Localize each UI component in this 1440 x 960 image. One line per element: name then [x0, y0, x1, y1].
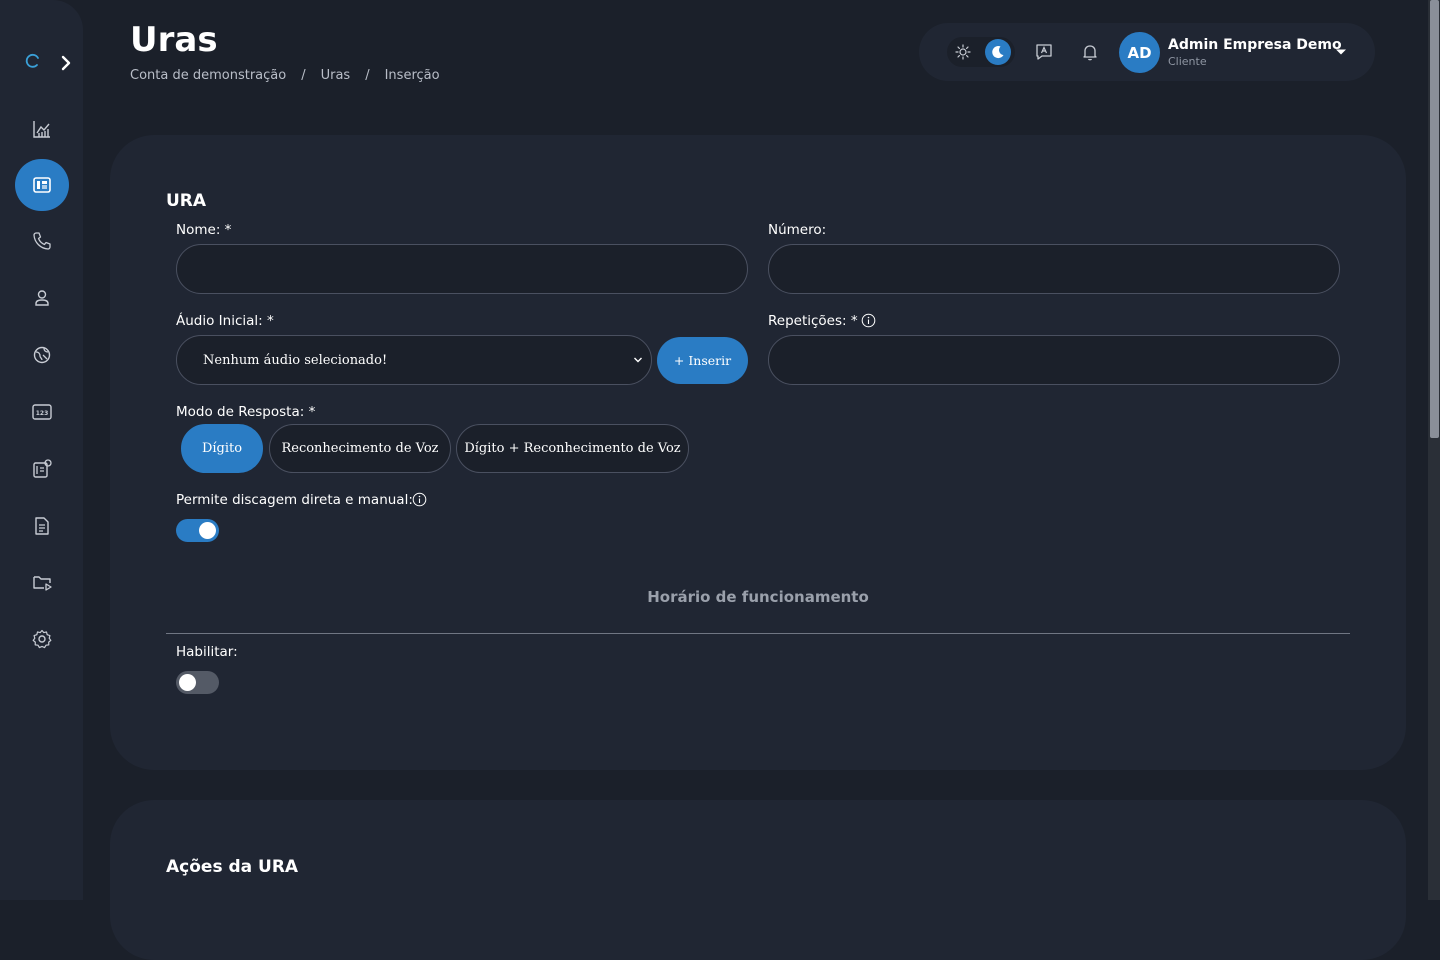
bell-icon[interactable] — [1080, 42, 1100, 62]
number-label: Número: — [768, 222, 827, 238]
breadcrumb-item-uras[interactable]: Uras — [321, 68, 351, 83]
document-icon — [35, 517, 49, 535]
name-input[interactable] — [176, 244, 748, 294]
enable-label: Habilitar: — [176, 644, 238, 660]
sidebar: 123 — [0, 0, 83, 900]
top-bar: AD Admin Empresa Demo Cliente — [919, 23, 1375, 81]
sidebar-item-queues[interactable] — [15, 444, 69, 494]
ura-actions-card — [110, 800, 1406, 960]
queue-icon — [33, 459, 52, 478]
breadcrumb: Conta de demonstração / Uras / Inserção — [130, 68, 440, 83]
sidebar-item-numbers[interactable]: 123 — [15, 387, 69, 437]
audio-select-value: Nenhum áudio selecionado! — [203, 352, 388, 368]
chevron-down-icon — [634, 357, 642, 363]
number-input[interactable] — [768, 244, 1340, 294]
sidebar-item-users[interactable] — [15, 273, 69, 323]
toggle-knob — [179, 674, 196, 691]
sidebar-item-calls[interactable] — [15, 216, 69, 266]
user-role: Cliente — [1168, 55, 1207, 68]
sidebar-item-settings[interactable] — [15, 614, 69, 664]
sidebar-item-media[interactable] — [15, 557, 69, 607]
sidebar-item-network[interactable] — [15, 330, 69, 380]
logo-icon — [25, 53, 39, 68]
avatar[interactable]: AD — [1119, 32, 1160, 73]
breadcrumb-item-insert: Inserção — [384, 68, 440, 83]
info-icon[interactable] — [861, 313, 876, 328]
toggle-knob — [199, 522, 216, 539]
sidebar-item-dashboard[interactable] — [15, 104, 69, 154]
chevron-right-icon[interactable] — [57, 54, 75, 72]
info-icon[interactable] — [412, 492, 427, 507]
mode-label: Modo de Resposta: * — [176, 404, 316, 420]
form-section-title: URA — [166, 191, 207, 211]
svg-text:123: 123 — [36, 410, 49, 417]
audio-label: Áudio Inicial: * — [176, 313, 274, 329]
insert-audio-button[interactable]: + Inserir — [657, 337, 748, 384]
sidebar-item-reports[interactable] — [15, 501, 69, 551]
repetitions-input[interactable] — [768, 335, 1340, 385]
user-icon — [35, 290, 49, 306]
hours-section-title: Horário de funcionamento — [647, 588, 869, 606]
phone-icon — [33, 232, 51, 250]
breadcrumb-separator: / — [365, 68, 370, 83]
audio-select[interactable]: Nenhum áudio selecionado! — [176, 335, 652, 385]
mode-digit-voice-button[interactable]: Dígito + Reconhecimento de Voz — [456, 424, 689, 473]
ura-icon — [33, 177, 51, 193]
breadcrumb-item-account[interactable]: Conta de demonstração — [130, 68, 286, 83]
direct-dial-toggle[interactable] — [176, 519, 219, 542]
sun-icon — [955, 44, 971, 60]
name-label: Nome: * — [176, 222, 232, 238]
mode-digit-button[interactable]: Dígito — [181, 424, 263, 473]
scrollbar-thumb[interactable] — [1430, 0, 1439, 438]
breadcrumb-separator: / — [301, 68, 306, 83]
direct-dial-label: Permite discagem direta e manual: — [176, 492, 413, 508]
repetitions-label: Repetições: * — [768, 313, 858, 329]
numbers-icon: 123 — [32, 404, 52, 420]
moon-icon — [992, 46, 1004, 59]
section-divider — [166, 633, 1350, 634]
page-title: Uras — [130, 20, 218, 60]
chart-icon — [33, 121, 50, 138]
theme-toggle[interactable] — [947, 37, 1015, 67]
globe-icon — [33, 346, 51, 364]
settings-icon — [32, 629, 52, 649]
mode-voice-button[interactable]: Reconhecimento de Voz — [269, 424, 451, 473]
moon-button[interactable] — [985, 39, 1011, 65]
chat-icon[interactable] — [1034, 42, 1054, 62]
actions-section-title: Ações da URA — [166, 857, 299, 877]
user-name[interactable]: Admin Empresa Demo — [1168, 37, 1342, 53]
caret-down-icon[interactable] — [1335, 48, 1347, 56]
sidebar-item-uras[interactable] — [15, 159, 69, 211]
enable-hours-toggle[interactable] — [176, 671, 219, 694]
media-folder-icon — [33, 576, 52, 591]
